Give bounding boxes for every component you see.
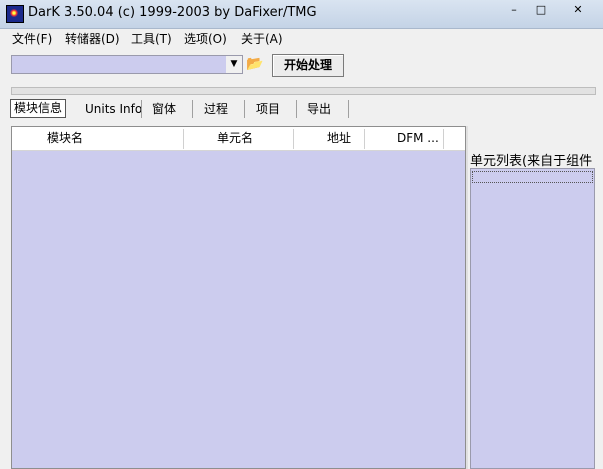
- window-title: DarK 3.50.04 (c) 1999-2003 by DaFixer/TM…: [28, 5, 317, 20]
- tab-project[interactable]: 项目: [256, 99, 280, 119]
- column-dfm[interactable]: DFM ...: [397, 127, 439, 150]
- maximize-button[interactable]: □: [530, 1, 552, 19]
- open-folder-icon[interactable]: 📂: [246, 55, 264, 74]
- menu-file[interactable]: 文件(F): [12, 31, 52, 47]
- column-module-name[interactable]: 模块名: [47, 127, 83, 150]
- start-process-button[interactable]: 开始处理: [272, 54, 344, 77]
- menu-tools[interactable]: 工具(T): [131, 31, 172, 47]
- column-separator[interactable]: [364, 129, 365, 149]
- menu-options[interactable]: 选项(O): [184, 31, 227, 47]
- focus-rectangle: [472, 171, 593, 183]
- column-address[interactable]: 地址: [327, 127, 351, 150]
- close-button[interactable]: ✕: [560, 1, 596, 19]
- tab-forms[interactable]: 窗体: [152, 99, 176, 119]
- module-list[interactable]: 模块名 单元名 地址 DFM ...: [11, 126, 466, 469]
- tab-exports[interactable]: 导出: [307, 99, 331, 119]
- menu-dumper[interactable]: 转储器(D): [65, 31, 120, 47]
- tab-procedures[interactable]: 过程: [204, 99, 228, 119]
- menu-about[interactable]: 关于(A): [241, 31, 283, 47]
- column-separator[interactable]: [183, 129, 184, 149]
- list-scrollbar[interactable]: [466, 126, 468, 469]
- tab-separator: [296, 100, 297, 118]
- column-separator[interactable]: [293, 129, 294, 149]
- tab-separator: [244, 100, 245, 118]
- column-separator[interactable]: [443, 129, 444, 149]
- column-unit-name[interactable]: 单元名: [217, 127, 253, 150]
- minimize-button[interactable]: –: [503, 1, 525, 19]
- title-bar: DarK 3.50.04 (c) 1999-2003 by DaFixer/TM…: [0, 0, 603, 29]
- tab-separator: [141, 100, 142, 118]
- chevron-down-icon[interactable]: ▼: [226, 56, 242, 73]
- tab-separator: [192, 100, 193, 118]
- tab-units-info[interactable]: Units Info: [85, 99, 142, 119]
- list-header: 模块名 单元名 地址 DFM ...: [12, 127, 465, 151]
- tab-module-info[interactable]: 模块信息: [10, 99, 67, 118]
- tab-strip: 模块信息 Units Info 窗体 过程 项目 导出: [0, 98, 603, 120]
- path-combo[interactable]: ▼: [11, 55, 243, 74]
- dark-app-icon: [6, 5, 24, 23]
- unit-list[interactable]: [470, 168, 595, 469]
- progress-bar: [11, 87, 596, 95]
- tab-separator: [348, 100, 349, 118]
- unit-list-label: 单元列表(来自于组件: [470, 154, 593, 169]
- menu-bar: 文件(F) 转储器(D) 工具(T) 选项(O) 关于(A): [0, 29, 603, 49]
